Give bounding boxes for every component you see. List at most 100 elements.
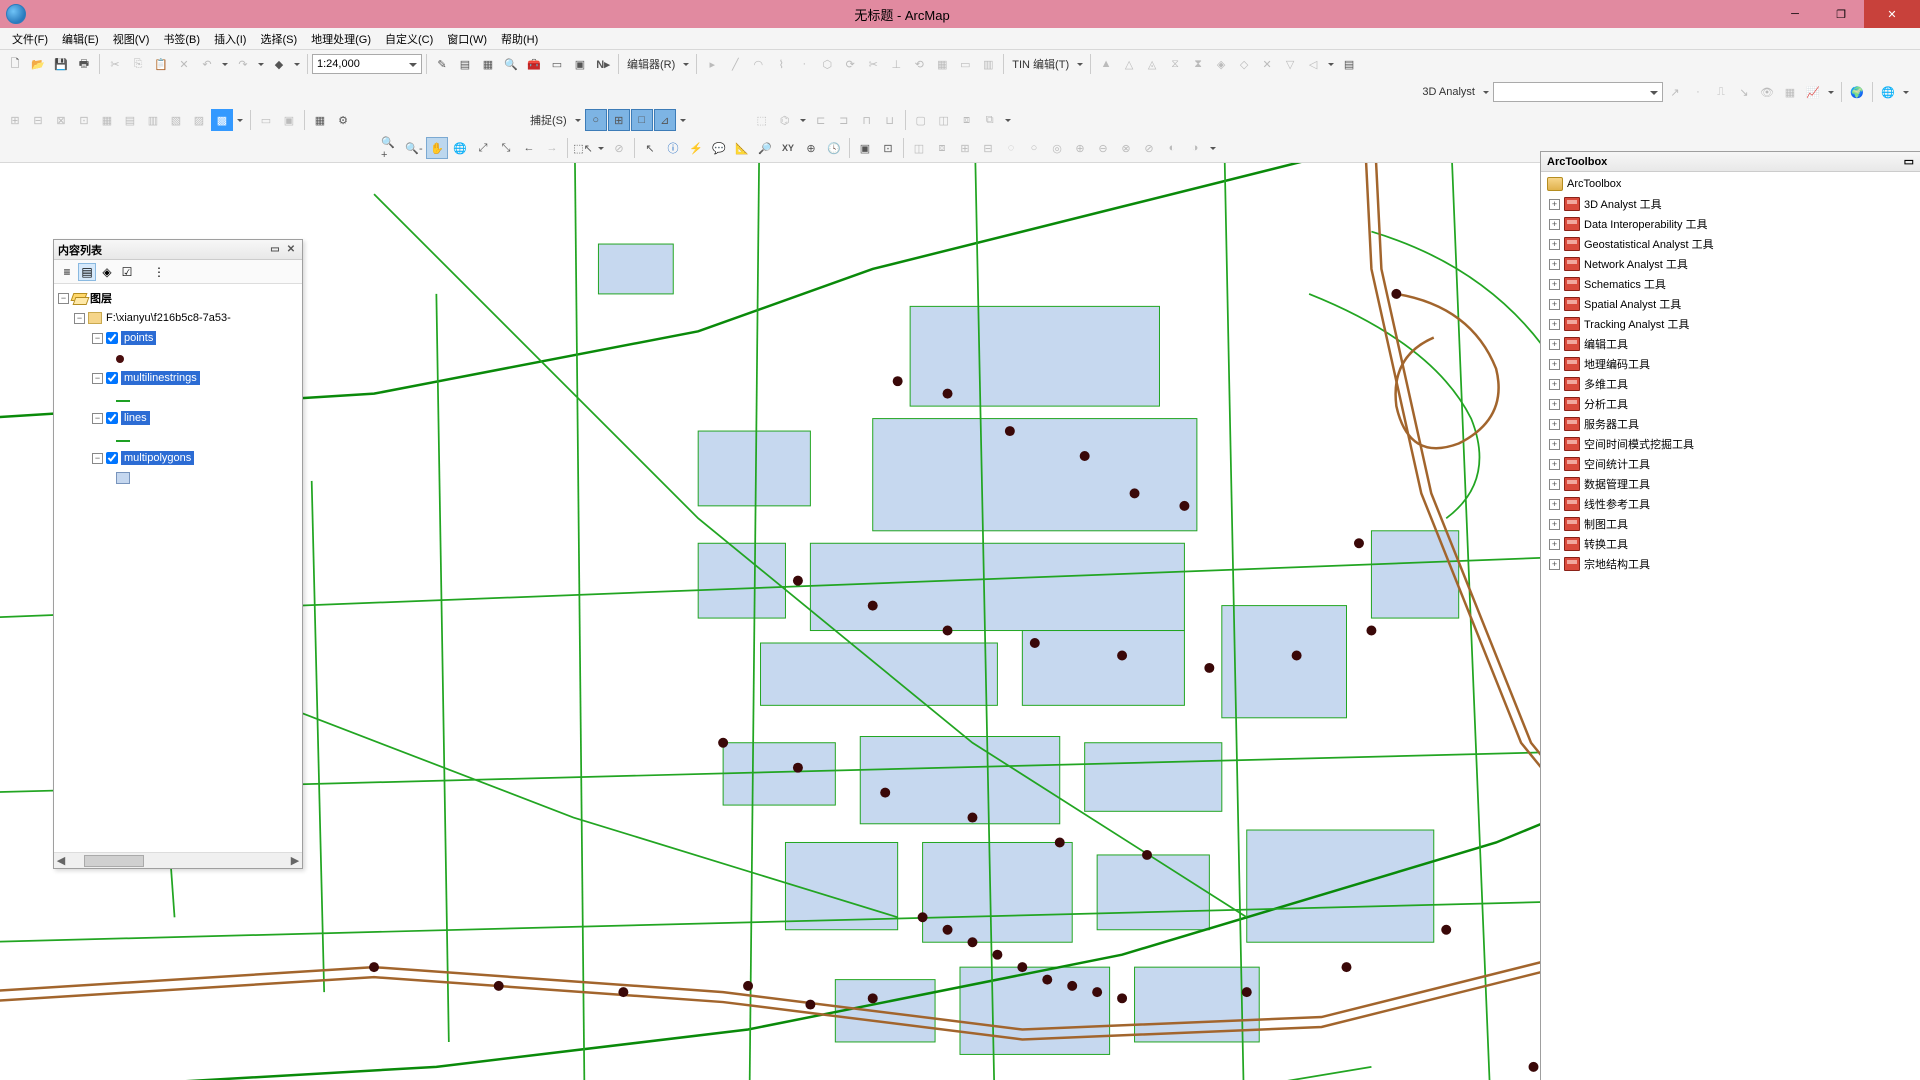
tin-edit4-icon[interactable]: ✕ (1256, 53, 1278, 75)
expander-icon[interactable]: + (1549, 259, 1560, 270)
tin-swap-icon[interactable]: ⧖ (1164, 53, 1186, 75)
reshape-icon[interactable]: ⟳ (839, 53, 861, 75)
time-slider-icon[interactable]: 🕓 (823, 137, 845, 159)
topo4-icon[interactable]: ⊟ (977, 137, 999, 159)
toc-folder-row[interactable]: − F:\xianyu\f216b5c8-7a53- (54, 308, 302, 328)
georef-active-icon[interactable]: ▩ (211, 109, 233, 131)
georef5-icon[interactable]: ▦ (96, 109, 118, 131)
topo9-icon[interactable]: ⊖ (1092, 137, 1114, 159)
layer-checkbox[interactable] (106, 412, 118, 424)
expander-icon[interactable]: − (92, 333, 103, 344)
toolbox-item[interactable]: +3D Analyst 工具 (1541, 194, 1920, 214)
list-by-selection-icon[interactable]: ☑ (118, 263, 136, 281)
new-doc-icon[interactable]: 🗋 (4, 53, 26, 75)
zoom-in-icon[interactable]: 🔍+ (380, 137, 402, 159)
georef1-icon[interactable]: ⊞ (4, 109, 26, 131)
close-button[interactable]: ✕ (1864, 0, 1920, 28)
forward-icon[interactable]: → (541, 137, 563, 159)
expander-icon[interactable]: + (1549, 339, 1560, 350)
toolbox-item[interactable]: +Geostatistical Analyst 工具 (1541, 234, 1920, 254)
georef-dropdown[interactable] (234, 109, 246, 131)
menu-customize[interactable]: 自定义(C) (379, 29, 439, 49)
expander-icon[interactable]: + (1549, 439, 1560, 450)
toc-pin-icon[interactable]: ▭ (268, 243, 282, 257)
toolbox-item[interactable]: +宗地结构工具 (1541, 554, 1920, 574)
toolbox-item[interactable]: +Schematics 工具 (1541, 274, 1920, 294)
editor-dropdown[interactable] (680, 53, 692, 75)
layer-row-lines[interactable]: − lines (54, 408, 302, 428)
cut-icon[interactable]: ✂ (104, 53, 126, 75)
edit-vertices-icon[interactable]: ⬡ (816, 53, 838, 75)
tin-list-icon[interactable]: ▤ (1338, 53, 1360, 75)
expander-icon[interactable]: + (1549, 279, 1560, 290)
adv8-icon[interactable]: ◫ (933, 109, 955, 131)
maximize-button[interactable]: ❐ (1818, 0, 1864, 28)
scroll-right-icon[interactable]: ▶ (288, 854, 302, 868)
select-dropdown[interactable] (595, 137, 607, 159)
pan-icon[interactable]: ✋ (426, 137, 448, 159)
rotate-icon[interactable]: ⟲ (908, 53, 930, 75)
layer-checkbox[interactable] (106, 332, 118, 344)
adv5-icon[interactable]: ⊓ (856, 109, 878, 131)
arc-tool-icon[interactable]: ◠ (747, 53, 769, 75)
georef10-icon[interactable]: ▭ (255, 109, 277, 131)
editor-label[interactable]: 编辑器(R) (623, 56, 679, 72)
topo5-icon[interactable]: ◌ (1000, 137, 1022, 159)
save-icon[interactable]: 💾 (50, 53, 72, 75)
georef8-icon[interactable]: ▧ (165, 109, 187, 131)
menu-insert[interactable]: 插入(I) (208, 29, 252, 49)
toc-root-row[interactable]: − 图层 (54, 288, 302, 308)
find-route-icon[interactable]: XY (777, 137, 799, 159)
split-icon[interactable]: ⊥ (885, 53, 907, 75)
identify-icon[interactable]: ⓘ (662, 137, 684, 159)
expander-icon[interactable]: + (1549, 399, 1560, 410)
adv-dropdown[interactable] (797, 109, 809, 131)
topo7-icon[interactable]: ◎ (1046, 137, 1068, 159)
toc-options-icon[interactable]: ⋮ (150, 263, 168, 281)
topo12-icon[interactable]: ◐ (1161, 137, 1183, 159)
los-icon[interactable]: 👁 (1756, 81, 1778, 103)
toolbox-item[interactable]: +Spatial Analyst 工具 (1541, 294, 1920, 314)
expander-icon[interactable]: + (1549, 479, 1560, 490)
menu-file[interactable]: 文件(F) (6, 29, 54, 49)
fixed-zoom-out-icon[interactable]: ⤡ (495, 137, 517, 159)
go-to-xy-icon[interactable]: ⊕ (800, 137, 822, 159)
menu-select[interactable]: 选择(S) (254, 29, 303, 49)
pointer-icon[interactable]: ↖ (639, 137, 661, 159)
toc-icon[interactable]: ▤ (454, 53, 476, 75)
catalog-icon[interactable]: ▦ (477, 53, 499, 75)
georef4-icon[interactable]: ⊡ (73, 109, 95, 131)
tin-add-icon[interactable]: ▲ (1095, 53, 1117, 75)
point-tool-icon[interactable]: · (793, 53, 815, 75)
georef-options-icon[interactable]: ⚙ (332, 109, 354, 131)
adv10-dropdown[interactable] (1002, 109, 1014, 131)
toolbox-pin-icon[interactable]: ▭ (1904, 155, 1914, 168)
magnifier-icon[interactable]: ⊡ (877, 137, 899, 159)
scroll-thumb[interactable] (84, 855, 144, 867)
tin-editor-label[interactable]: TIN 编辑(T) (1008, 56, 1073, 72)
tin-edit2-icon[interactable]: ◈ (1210, 53, 1232, 75)
tin-dropdown[interactable] (1074, 53, 1086, 75)
expander-icon[interactable]: + (1549, 459, 1560, 470)
interp-line-icon[interactable]: ↗ (1664, 81, 1686, 103)
sketch-icon[interactable]: ▭ (954, 53, 976, 75)
expander-icon[interactable]: − (92, 413, 103, 424)
topo11-icon[interactable]: ⊘ (1138, 137, 1160, 159)
tin-edit5-icon[interactable]: ▽ (1279, 53, 1301, 75)
georef6-icon[interactable]: ▤ (119, 109, 141, 131)
python-icon[interactable]: ▭ (546, 53, 568, 75)
expander-icon[interactable]: + (1549, 379, 1560, 390)
globe-green-icon[interactable]: 🌍 (1846, 81, 1868, 103)
toolbox-item[interactable]: +空间时间模式挖掘工具 (1541, 434, 1920, 454)
georef2-icon[interactable]: ⊟ (27, 109, 49, 131)
globe-blue-icon[interactable]: 🌐 (1877, 81, 1899, 103)
toc-header[interactable]: 内容列表 ▭ ✕ (54, 240, 302, 260)
georef-table-icon[interactable]: ▦ (309, 109, 331, 131)
topo1-icon[interactable]: ◫ (908, 137, 930, 159)
layer-combo[interactable] (1493, 82, 1663, 102)
toolbox-item[interactable]: +空间统计工具 (1541, 454, 1920, 474)
hyperlink-icon[interactable]: ⚡ (685, 137, 707, 159)
snap-vertex-icon[interactable]: □ (631, 109, 653, 131)
topo3-icon[interactable]: ⊞ (954, 137, 976, 159)
steepest-icon[interactable]: ↘ (1733, 81, 1755, 103)
